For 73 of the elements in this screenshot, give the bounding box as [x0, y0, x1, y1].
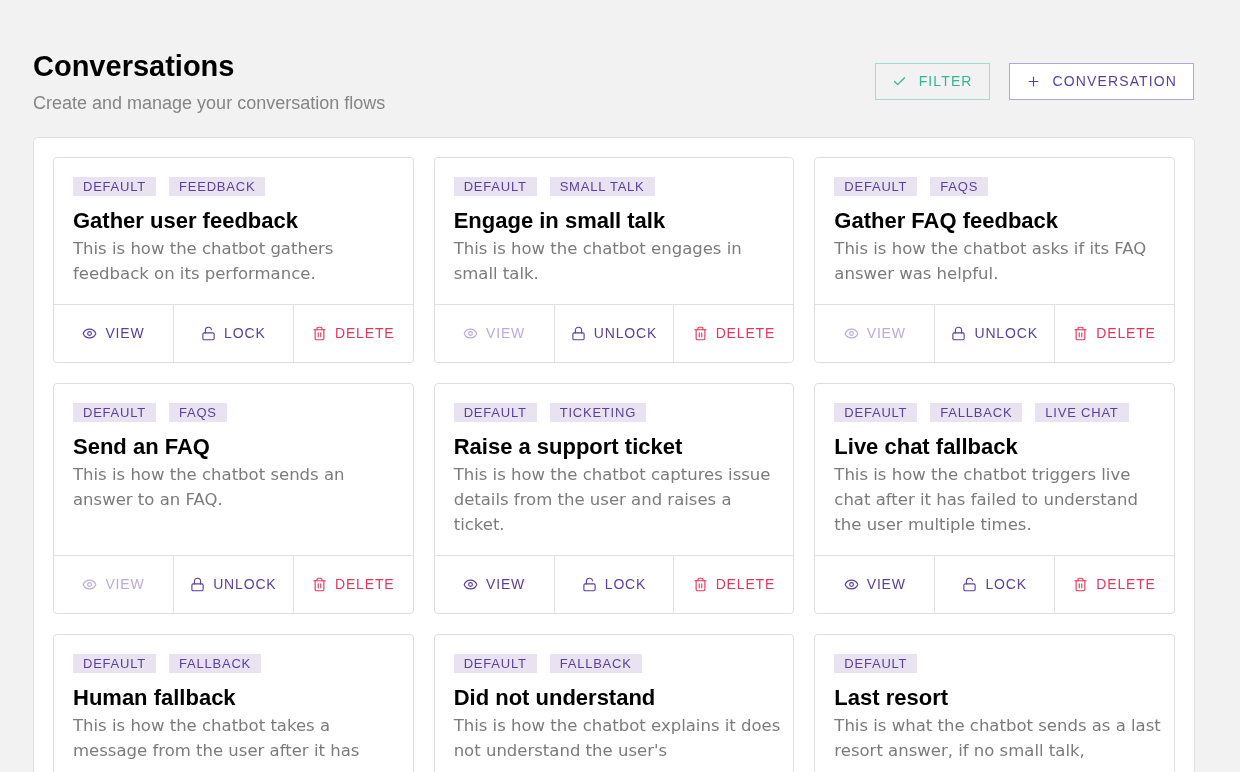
- tag: DEFAULT: [834, 654, 918, 673]
- padlock-icon: [190, 577, 206, 592]
- eye-icon: [82, 577, 98, 592]
- tag: DEFAULT: [453, 403, 537, 422]
- trash-icon: [692, 326, 708, 341]
- delete-button[interactable]: DELETE: [1054, 305, 1174, 362]
- eye-icon: [843, 577, 859, 592]
- card-title: Live chat fallback: [834, 433, 1019, 461]
- eye-icon: [463, 577, 479, 592]
- plus-icon: [1025, 74, 1041, 89]
- tag: FAQS: [930, 177, 989, 196]
- open-padlock-icon: [201, 326, 217, 341]
- card-description: This is how the chatbot sends an answer to an FAQ.: [73, 464, 346, 511]
- tag: DEFAULT: [453, 177, 537, 196]
- card-description: This is how the chatbot explains it does not understand the user's: [453, 715, 782, 762]
- trash-icon: [311, 577, 327, 592]
- unlock-button[interactable]: UNLOCK: [553, 305, 674, 362]
- lock-button[interactable]: LOCK: [172, 305, 293, 362]
- tag: SMALL TALK: [549, 177, 655, 196]
- eye-icon: [463, 326, 479, 341]
- card-description: This is how the chatbot captures issue details from the user and raises a ticket.: [453, 464, 772, 536]
- card-title: Raise a support ticket: [453, 433, 684, 461]
- tag: FALLBACK: [549, 654, 642, 673]
- view-button[interactable]: VIEW: [815, 556, 935, 613]
- unlock-button[interactable]: UNLOCK: [172, 556, 293, 613]
- open-padlock-icon: [962, 577, 978, 592]
- tag: DEFAULT: [834, 403, 918, 422]
- lock-button[interactable]: LOCK: [934, 556, 1055, 613]
- card-title: Send an FAQ: [73, 433, 211, 461]
- unlock-button[interactable]: UNLOCK: [934, 305, 1055, 362]
- tag: DEFAULT: [73, 177, 156, 196]
- eye-icon: [843, 326, 859, 341]
- trash-icon: [692, 577, 708, 592]
- view-button[interactable]: VIEW: [434, 556, 554, 613]
- tag: DEFAULT: [453, 654, 537, 673]
- tag: LIVE CHAT: [1035, 403, 1129, 422]
- card-title: Gather user feedback: [73, 207, 299, 235]
- tag: FALLBACK: [169, 654, 261, 673]
- lock-button[interactable]: LOCK: [553, 556, 674, 613]
- card-title: Gather FAQ feedback: [834, 207, 1060, 235]
- tag: DEFAULT: [834, 177, 918, 196]
- card-title: Did not understand: [453, 684, 657, 712]
- trash-icon: [1073, 577, 1089, 592]
- card-description: This is what the chatbot sends as a last resort answer, if no small talk,: [834, 715, 1162, 762]
- padlock-icon: [570, 326, 586, 341]
- tag: FEEDBACK: [169, 177, 266, 196]
- delete-button[interactable]: DELETE: [292, 305, 413, 362]
- card-description: This is how the chatbot triggers live chat after it has failed to understand the user multiple times.: [834, 464, 1139, 536]
- tag: DEFAULT: [73, 654, 156, 673]
- delete-button[interactable]: DELETE: [1054, 556, 1174, 613]
- view-button[interactable]: VIEW: [54, 305, 173, 362]
- tag: DEFAULT: [73, 403, 156, 422]
- trash-icon: [1073, 326, 1089, 341]
- delete-button[interactable]: DELETE: [292, 556, 413, 613]
- card-title: Human fallback: [73, 684, 237, 712]
- card-description: This is how the chatbot asks if its FAQ answer was helpful.: [834, 238, 1148, 285]
- page-title: Conversations: [33, 49, 236, 84]
- card-title: Engage in small talk: [453, 207, 667, 235]
- eye-icon: [82, 326, 98, 341]
- tag: FALLBACK: [930, 403, 1023, 422]
- card-description: This is how the chatbot engages in small talk.: [453, 238, 743, 285]
- delete-button[interactable]: DELETE: [673, 556, 794, 613]
- trash-icon: [311, 326, 327, 341]
- card-description: This is how the chatbot gathers feedback on its performance.: [73, 238, 335, 285]
- card-title: Last resort: [834, 684, 950, 712]
- tag: TICKETING: [549, 403, 647, 422]
- padlock-icon: [951, 326, 967, 341]
- delete-button[interactable]: DELETE: [673, 305, 794, 362]
- page-subtitle: Create and manage your conversation flows: [33, 92, 386, 115]
- tag: FAQS: [169, 403, 227, 422]
- card-description: This is how the chatbot takes a message from the user after it has: [73, 715, 361, 762]
- add-conversation-button[interactable]: CONVERSATION: [1008, 63, 1194, 100]
- open-padlock-icon: [581, 577, 597, 592]
